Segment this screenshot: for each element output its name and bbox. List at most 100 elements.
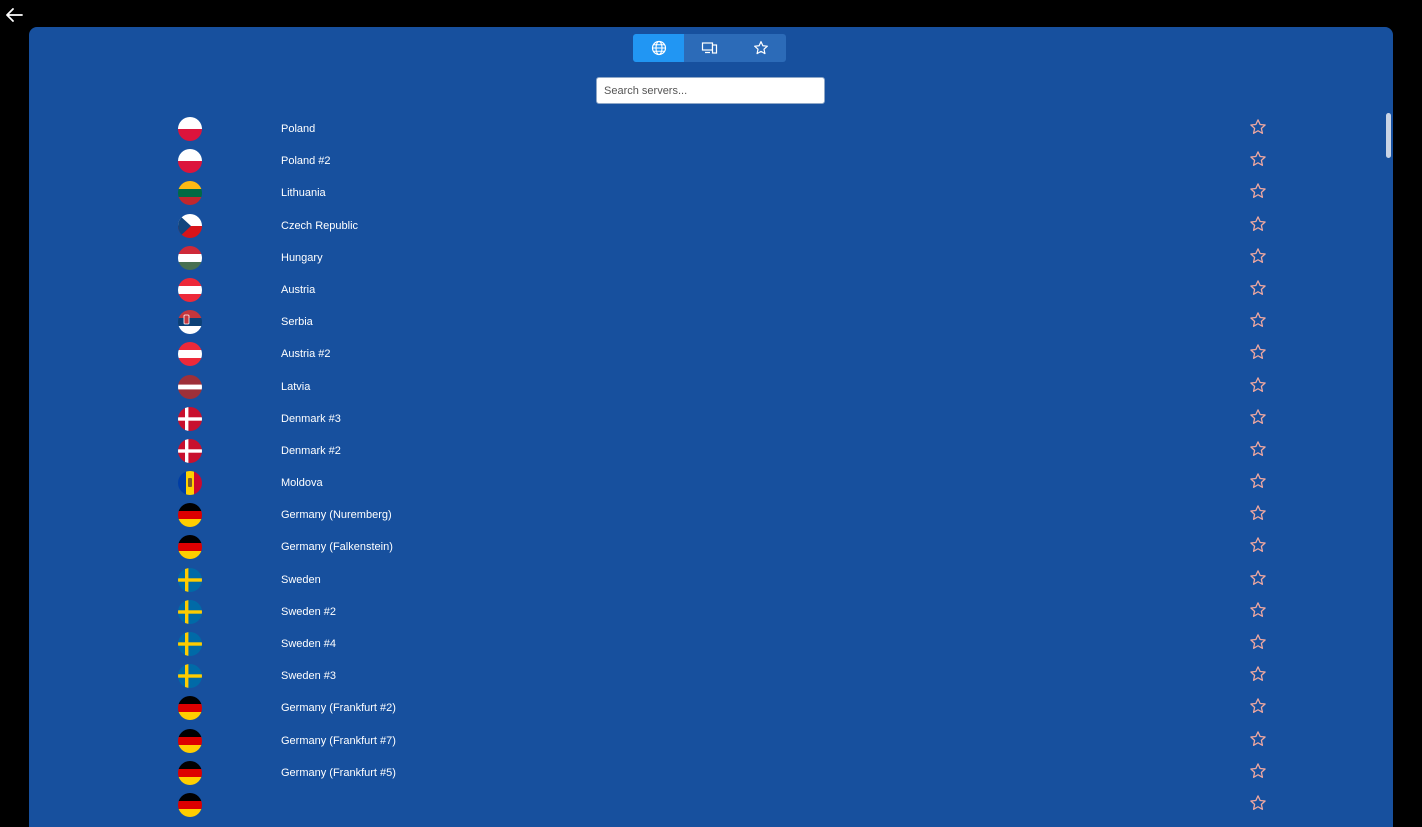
flag-icon-de xyxy=(178,792,202,817)
flag-icon-de xyxy=(178,535,202,560)
view-tabs xyxy=(633,34,786,62)
favorite-star-icon[interactable] xyxy=(1249,569,1267,587)
favorite-star-icon[interactable] xyxy=(1249,536,1267,554)
server-row[interactable]: Sweden #4 xyxy=(29,628,1393,660)
server-name: Denmark #2 xyxy=(281,444,341,457)
server-name: Latvia xyxy=(281,380,311,393)
server-row[interactable] xyxy=(29,789,1393,821)
flag-icon-de xyxy=(178,696,202,721)
server-name: Denmark #3 xyxy=(281,412,341,425)
server-name: Germany (Falkenstein) xyxy=(281,541,393,554)
flag-icon-cz xyxy=(178,213,202,238)
server-row[interactable]: Denmark #2 xyxy=(29,435,1393,467)
favorite-star-icon[interactable] xyxy=(1249,472,1267,490)
arrow-left-icon[interactable] xyxy=(3,4,25,26)
server-row[interactable]: Germany (Frankfurt #7) xyxy=(29,725,1393,757)
server-row[interactable]: Sweden #2 xyxy=(29,596,1393,628)
server-row[interactable]: Poland xyxy=(29,113,1393,145)
favorite-star-icon[interactable] xyxy=(1249,504,1267,522)
favorite-star-icon[interactable] xyxy=(1249,215,1267,233)
favorite-star-icon[interactable] xyxy=(1249,408,1267,426)
flag-icon-lt xyxy=(178,181,202,206)
server-name: Poland xyxy=(281,123,316,135)
flag-icon-de xyxy=(178,728,202,753)
server-name: Germany (Nuremberg) xyxy=(281,509,392,522)
favorite-star-icon[interactable] xyxy=(1249,182,1267,200)
server-name: Hungary xyxy=(281,251,323,264)
server-name: Sweden #2 xyxy=(281,605,337,618)
favorite-star-icon[interactable] xyxy=(1249,150,1267,168)
flag-icon-dk xyxy=(178,438,202,463)
flag-icon-dk xyxy=(178,406,202,431)
server-name: Austria xyxy=(281,283,316,296)
flag-icon-de xyxy=(178,503,202,528)
server-name: Sweden xyxy=(281,573,321,586)
server-row[interactable]: Moldova xyxy=(29,467,1393,499)
flag-icon-md xyxy=(178,471,202,496)
flag-icon-at xyxy=(178,277,202,302)
server-name: Austria #2 xyxy=(281,348,331,361)
tab-favorites[interactable] xyxy=(735,34,786,62)
server-name: Moldova xyxy=(281,477,323,490)
server-row[interactable]: Germany (Falkenstein) xyxy=(29,531,1393,563)
favorite-star-icon[interactable] xyxy=(1249,601,1267,619)
flag-icon-lv xyxy=(178,374,202,399)
tab-all-servers[interactable] xyxy=(633,34,684,62)
favorite-star-icon[interactable] xyxy=(1249,440,1267,458)
flag-icon-se xyxy=(178,567,202,592)
server-name: Germany (Frankfurt #5) xyxy=(281,766,396,779)
server-row[interactable]: Germany (Nuremberg) xyxy=(29,499,1393,531)
favorite-star-icon[interactable] xyxy=(1249,633,1267,651)
server-name: Sweden #3 xyxy=(281,670,337,683)
favorite-star-icon[interactable] xyxy=(1249,311,1267,329)
server-row[interactable]: Serbia xyxy=(29,306,1393,338)
flag-icon-hu xyxy=(178,245,202,270)
server-row[interactable]: Sweden #3 xyxy=(29,660,1393,692)
tab-devices[interactable] xyxy=(684,34,735,62)
server-row[interactable]: Denmark #3 xyxy=(29,403,1393,435)
server-name: Poland #2 xyxy=(281,155,331,168)
server-row[interactable]: Poland #2 xyxy=(29,145,1393,177)
favorite-star-icon[interactable] xyxy=(1249,697,1267,715)
server-row[interactable]: Latvia xyxy=(29,371,1393,403)
favorite-star-icon[interactable] xyxy=(1249,118,1267,136)
server-name: Germany (Frankfurt #2) xyxy=(281,702,396,715)
server-name: Czech Republic xyxy=(281,219,359,232)
favorite-star-icon[interactable] xyxy=(1249,247,1267,265)
server-name: Sweden #4 xyxy=(281,638,337,650)
server-name: Germany (Frankfurt #7) xyxy=(281,734,396,747)
server-row[interactable]: Germany (Frankfurt #2) xyxy=(29,692,1393,724)
server-list: Poland Poland #2 Lithuania Czech Republic Hu… xyxy=(29,113,1393,821)
flag-icon-de xyxy=(178,760,202,785)
server-row[interactable]: Lithuania xyxy=(29,177,1393,209)
flag-icon-se xyxy=(178,632,202,656)
server-name: Serbia xyxy=(281,316,313,329)
server-row[interactable]: Hungary xyxy=(29,242,1393,274)
flag-icon-pl xyxy=(178,117,202,141)
favorite-star-icon[interactable] xyxy=(1249,343,1267,361)
search-input[interactable] xyxy=(596,77,825,104)
server-list-panel: Poland Poland #2 Lithuania Czech Republic Hu… xyxy=(29,27,1393,827)
server-name: Lithuania xyxy=(281,187,326,200)
flag-icon-se xyxy=(178,664,202,689)
flag-icon-se xyxy=(178,599,202,624)
scrollbar-track[interactable] xyxy=(1384,111,1392,827)
server-row[interactable]: Sweden xyxy=(29,564,1393,596)
favorite-star-icon[interactable] xyxy=(1249,762,1267,780)
favorite-star-icon[interactable] xyxy=(1249,730,1267,748)
favorite-star-icon[interactable] xyxy=(1249,376,1267,394)
favorite-star-icon[interactable] xyxy=(1249,794,1267,812)
flag-icon-pl xyxy=(178,149,202,174)
favorite-star-icon[interactable] xyxy=(1249,665,1267,683)
scrollbar-thumb[interactable] xyxy=(1386,113,1391,158)
server-row[interactable]: Germany (Frankfurt #5) xyxy=(29,757,1393,789)
flag-icon-at xyxy=(178,342,202,367)
devices-icon xyxy=(701,42,718,54)
server-row[interactable]: Austria xyxy=(29,274,1393,306)
globe-icon xyxy=(651,40,666,56)
flag-icon-rs xyxy=(178,310,202,335)
star-icon xyxy=(753,41,768,55)
server-row[interactable]: Austria #2 xyxy=(29,338,1393,370)
favorite-star-icon[interactable] xyxy=(1249,279,1267,297)
server-row[interactable]: Czech Republic xyxy=(29,210,1393,242)
